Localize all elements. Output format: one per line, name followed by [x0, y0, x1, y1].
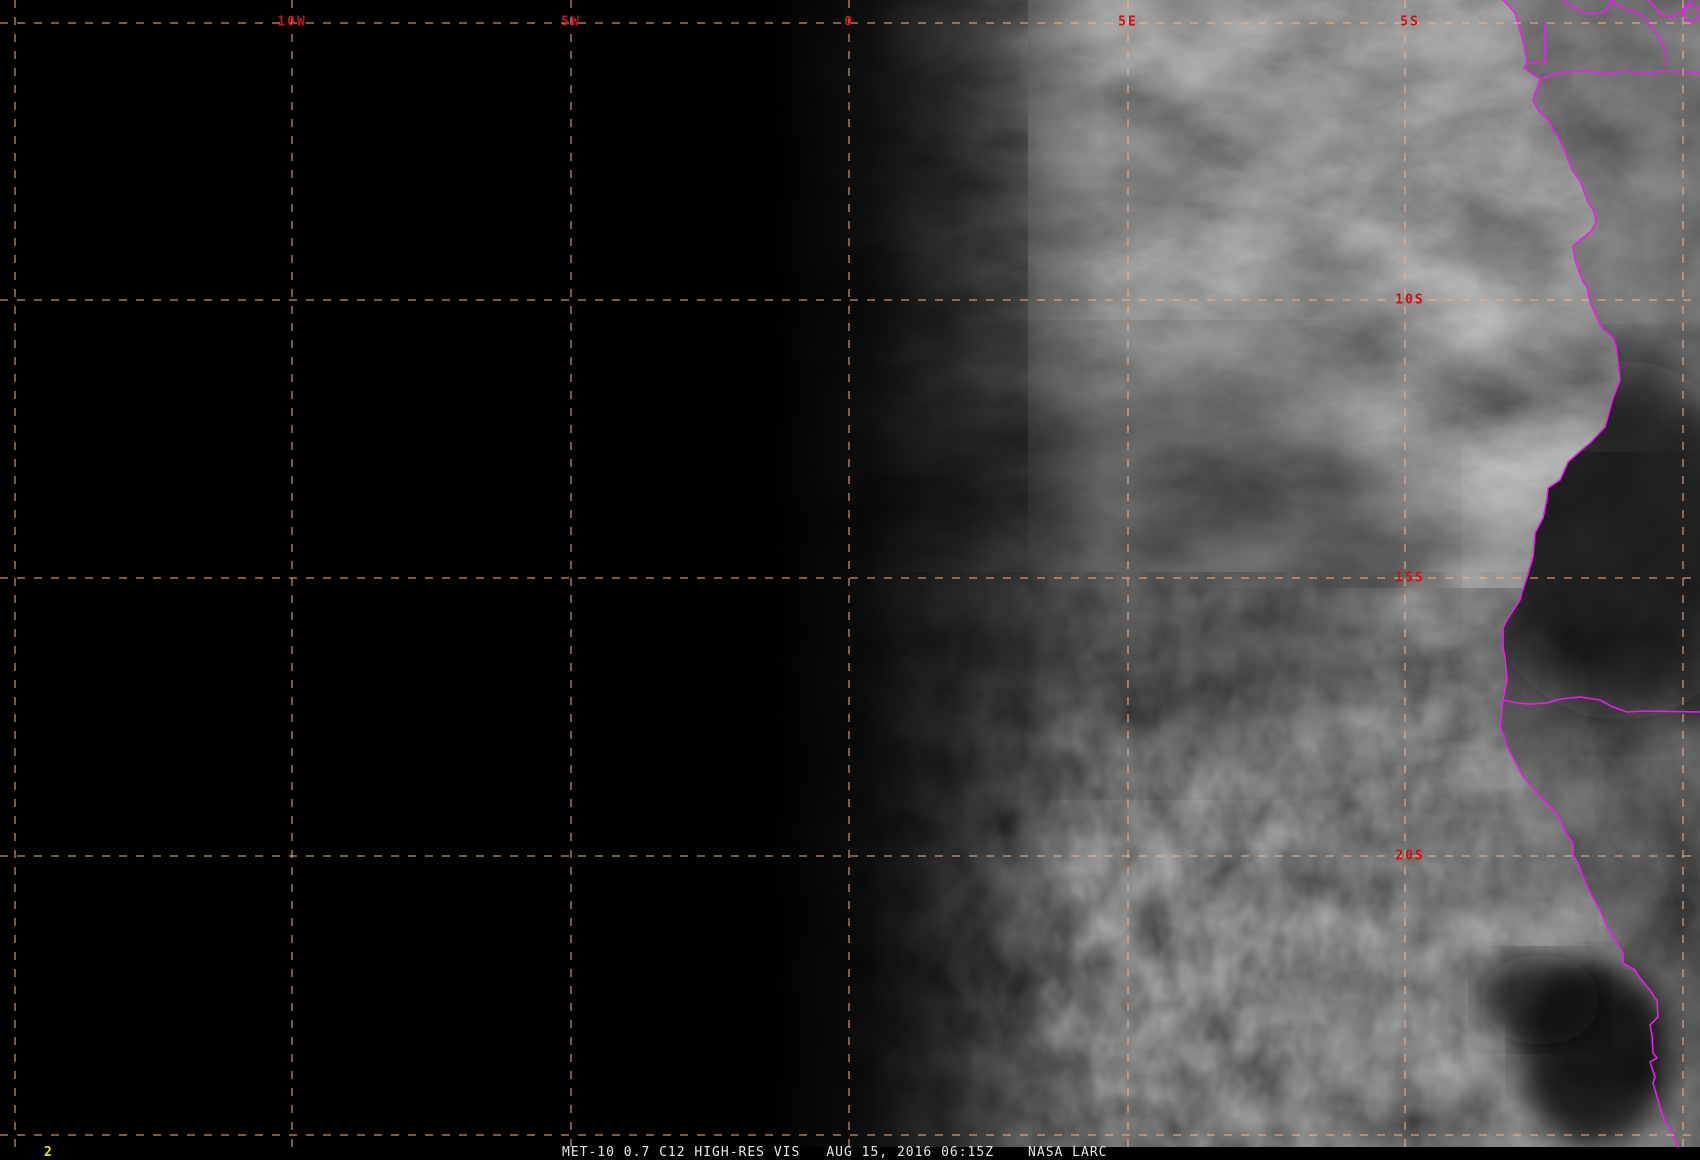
grid-label-longitude: 5W — [561, 14, 581, 30]
caption-product: MET-10 0.7 C12 HIGH-RES VIS — [562, 1145, 801, 1160]
caption-credit: NASA LARC — [1028, 1145, 1108, 1160]
grid-label-latitude: 15S — [1395, 570, 1425, 586]
frame-counter: 2 — [44, 1145, 52, 1160]
grid-label-longitude: 5E — [1118, 14, 1138, 30]
grid-label-longitude: 10W — [277, 14, 307, 30]
grid-label-latitude: 20S — [1395, 848, 1425, 864]
grid-label-latitude: 10S — [1395, 292, 1425, 308]
grid-label-latitude: 5S — [1400, 14, 1420, 30]
satellite-imagery — [0, 0, 1700, 1160]
image-caption: MET-10 0.7 C12 HIGH-RES VIS AUG 15, 2016 … — [562, 1145, 1108, 1160]
caption-timestamp: AUG 15, 2016 06:15Z — [826, 1145, 995, 1160]
satellite-image-viewport: 10W 5W 0 5E 5S 10S 15S 20S MET-10 0.7 C1… — [0, 0, 1700, 1160]
grid-label-longitude: 0 — [844, 14, 854, 30]
